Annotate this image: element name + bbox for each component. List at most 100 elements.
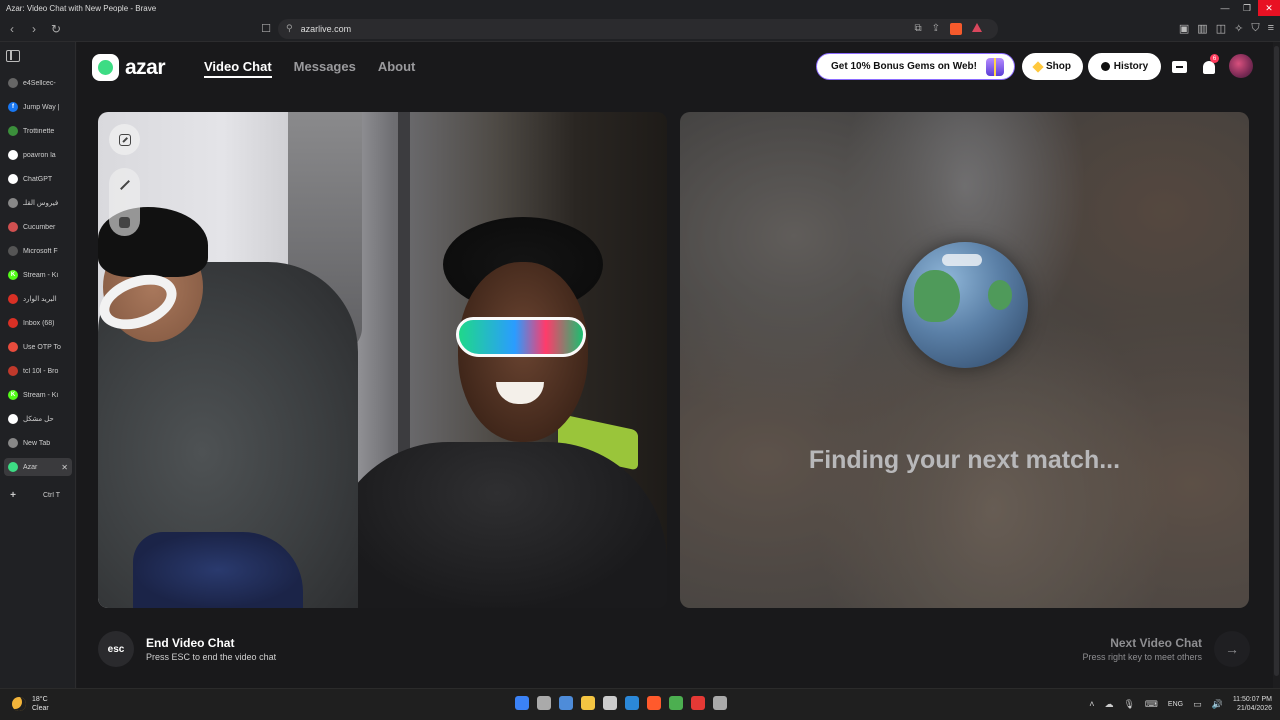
taskbar-app-icon[interactable] [537,696,551,710]
sidebar-toggle-icon[interactable] [6,50,20,62]
taskbar-app-icon[interactable] [691,696,705,710]
history-button[interactable]: History [1088,53,1161,80]
tab-label: e4Sellcec- [23,79,56,87]
tab-item[interactable]: New Tab [4,434,72,452]
taskbar-app-icon[interactable] [581,696,595,710]
back-button[interactable]: ‹ [2,19,22,39]
tab-item[interactable]: K Stream - Ki [4,266,72,284]
tab-favicon-icon [8,414,18,424]
tab-label: Use OTP To [23,343,61,351]
chevron-up-icon[interactable]: ˄ [1089,699,1094,709]
tab-item[interactable]: Cucumber [4,218,72,236]
tab-favicon-icon [8,198,18,208]
reload-button[interactable]: ↻ [46,19,66,39]
tab-favicon-icon [8,246,18,256]
clock[interactable]: 11:50:07 PM 21/04/2026 [1233,695,1272,713]
wallet-icon[interactable]: ◫ [1216,22,1226,35]
forward-button[interactable]: › [24,19,44,39]
taskbar-app-icon[interactable] [669,696,683,710]
tab-item[interactable]: Azar ✕ [4,458,72,476]
tab-label: البريد الوارد [23,296,57,303]
taskbar-app-icon[interactable] [515,696,529,710]
window-controls: — ❐ ✕ [1214,0,1280,16]
nav-messages[interactable]: Messages [294,59,356,78]
clock-time: 11:50:07 PM [1232,696,1272,703]
shop-button[interactable]: Shop [1022,53,1083,80]
tab-item[interactable]: e4Sellcec- [4,74,72,92]
tab-favicon-icon: K [8,390,18,400]
brave-shields-icon[interactable] [950,22,962,35]
avatar[interactable] [1229,54,1253,78]
network-icon[interactable]: ▭ [1193,699,1202,710]
tab-favicon-icon [8,78,18,88]
ai-icon[interactable]: ✧ [1234,22,1243,35]
taskbar-app-icon[interactable] [713,696,727,710]
bonus-gems-promo-button[interactable]: Get 10% Bonus Gems on Web! [816,53,1015,80]
taskbar-app-icon[interactable] [603,696,617,710]
vpn-icon[interactable]: ⛉ [1251,22,1259,35]
azar-logo[interactable]: azar [92,54,166,81]
end-video-chat-button[interactable]: esc End Video Chat Press ESC to end the … [98,631,276,667]
open-external-icon[interactable]: ⧉ [914,23,921,35]
weather-widget[interactable]: 18°C Clear [12,695,49,713]
inbox-icon[interactable] [1171,59,1187,75]
tab-item[interactable]: Inbox (68) [4,314,72,332]
tab-favicon-icon [8,126,18,136]
tab-item[interactable]: K Stream - Ki [4,386,72,404]
taskbar-app-icon[interactable] [647,696,661,710]
tab-item[interactable]: البريد الوارد [4,290,72,308]
bookmark-icon[interactable]: ☐ [258,21,274,37]
self-video-feed [98,112,667,608]
address-bar[interactable]: ⚲ azarlive.com ⧉ ⇪ [278,18,998,39]
tab-item[interactable]: Trottinette [4,122,72,140]
cloud-icon[interactable]: ☁ [1104,699,1113,710]
site-info-icon[interactable]: ⚲ [286,23,293,34]
tab-item[interactable]: فيروس القلـ [4,194,72,212]
fullscreen-button[interactable] [109,124,140,155]
tab-label: Trottinette [23,127,55,135]
arrow-right-icon: → [1214,631,1250,667]
url-text[interactable]: azarlive.com [301,24,915,34]
tab-item[interactable]: poavron la [4,146,72,164]
language-indicator[interactable]: ENG [1168,701,1183,708]
tab-item[interactable]: ChatGPT [4,170,72,188]
microphone-icon[interactable]: 🎙 [1123,699,1134,710]
tab-item[interactable]: Microsoft F [4,242,72,260]
nav-about[interactable]: About [378,59,416,78]
tab-label: فيروس القلـ [23,200,59,207]
tab-item[interactable]: f Jump Way | [4,98,72,116]
page-scrollbar[interactable] [1273,42,1280,688]
keyboard-icon[interactable]: ⌨ [1145,699,1158,710]
history-label: History [1113,61,1149,72]
tab-label: حل مشكل [23,416,54,423]
tab-favicon-icon [8,318,18,328]
minimize-button[interactable]: — [1214,0,1236,16]
close-button[interactable]: ✕ [1258,0,1280,16]
tab-label: poavron la [23,151,56,159]
restore-button[interactable]: ❐ [1236,0,1258,16]
tab-label: Cucumber [23,223,56,231]
next-video-chat-button[interactable]: Next Video Chat Press right key to meet … [1082,631,1250,667]
tab-item[interactable]: حل مشكل [4,410,72,428]
clock-date: 21/04/2026 [1236,705,1272,712]
sticker-icon[interactable] [117,215,132,230]
menu-icon[interactable]: ≡ [1268,22,1274,35]
tab-favicon-icon [8,366,18,376]
gift-icon [986,58,1004,76]
tab-label: ChatGPT [23,175,53,183]
new-tab-button[interactable]: + Ctrl T [4,486,72,504]
share-icon[interactable]: ⇪ [932,23,940,35]
magic-wand-icon[interactable] [117,177,132,192]
taskbar-app-icon[interactable] [625,696,639,710]
tab-item[interactable]: tcl 10l - Bro [4,362,72,380]
new-tab-shortcut: Ctrl T [43,491,60,499]
close-tab-icon[interactable]: ✕ [61,463,72,472]
brave-rewards-icon[interactable] [972,22,982,32]
nav-video-chat[interactable]: Video Chat [204,59,272,78]
taskbar-app-icon[interactable] [559,696,573,710]
tab-item[interactable]: Use OTP To [4,338,72,356]
media-icon[interactable]: ▣ [1179,22,1189,35]
volume-icon[interactable]: 🔊 [1212,699,1223,710]
toolbar-right-icons: ▣ ▥ ◫ ✧ ⛉ ≡ [1179,22,1280,35]
sidebar-icon[interactable]: ▥ [1197,22,1207,35]
